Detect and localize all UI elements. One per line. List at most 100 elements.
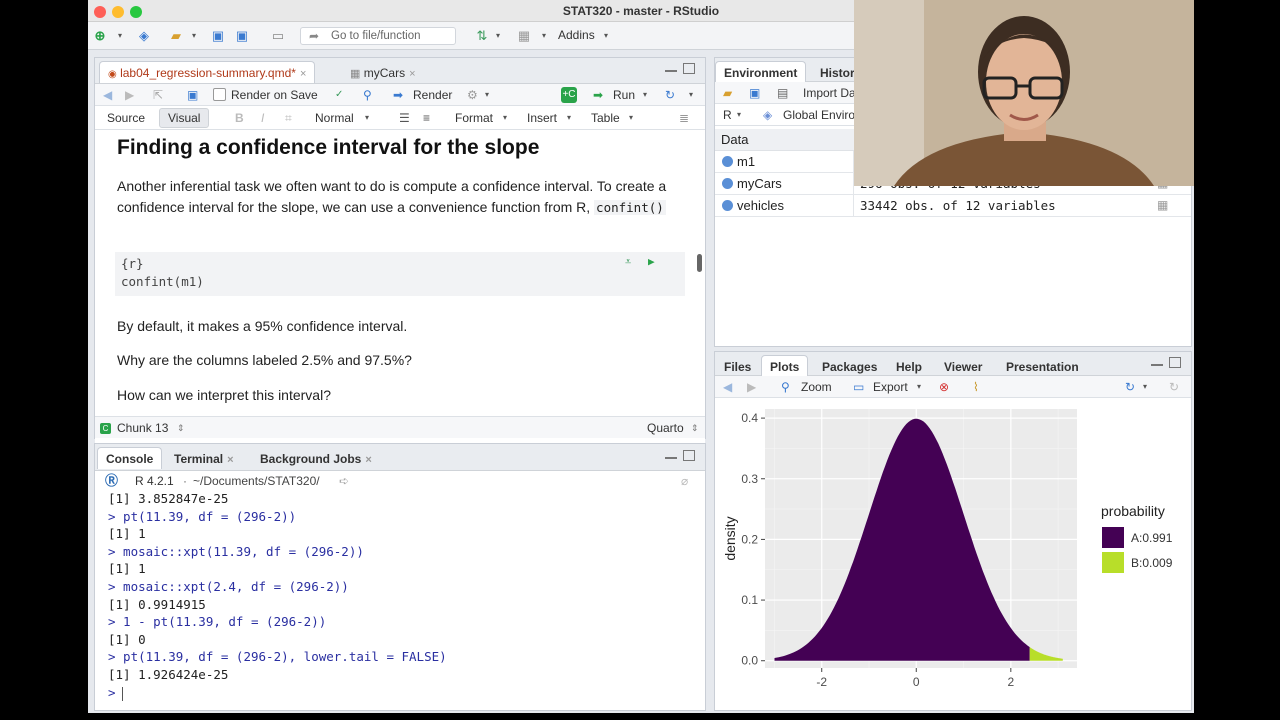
run-chunk-icon[interactable]: ▶ <box>648 255 655 268</box>
print-icon[interactable]: ▭ <box>270 28 286 44</box>
tab-background-jobs[interactable]: Background Jobs × <box>251 447 381 469</box>
save-icon[interactable]: ▣ <box>187 84 198 106</box>
chevron-down-icon[interactable]: ▾ <box>604 31 608 40</box>
file-type-select[interactable]: Quarto <box>647 417 684 439</box>
export-icon[interactable]: ▭ <box>853 376 864 398</box>
new-file-icon[interactable]: ⊕ <box>92 28 108 44</box>
back-arrow-icon[interactable]: ◀ <box>723 376 732 398</box>
import-dataset-button[interactable]: Import Da <box>803 82 856 104</box>
tab-terminal[interactable]: Terminal × <box>165 447 243 469</box>
tab-lab04[interactable]: ◉ lab04_regression-summary.qmd* × <box>99 61 316 83</box>
bold-button[interactable]: B <box>235 107 244 129</box>
chevron-down-icon[interactable]: ▾ <box>503 107 507 129</box>
chevron-down-icon[interactable]: ▾ <box>917 376 921 398</box>
table-menu[interactable]: Table <box>591 107 620 129</box>
block-format-select[interactable]: Normal <box>315 107 354 129</box>
zoom-button[interactable]: Zoom <box>801 376 832 398</box>
close-icon[interactable]: × <box>409 68 415 80</box>
git-icon[interactable]: ⇅ <box>474 28 490 44</box>
italic-button[interactable]: I <box>261 107 264 129</box>
view-table-icon[interactable]: ▦ <box>1157 198 1168 212</box>
outline-icon[interactable]: ≣ <box>679 107 689 129</box>
sync-icon[interactable]: ↻ <box>1125 376 1135 398</box>
remove-plot-icon[interactable]: ⊗ <box>939 376 949 398</box>
tab-environment[interactable]: Environment <box>715 61 807 83</box>
tab-help[interactable]: Help <box>887 355 931 377</box>
save-icon[interactable]: ▣ <box>210 28 226 44</box>
render-button[interactable]: Render <box>413 84 452 106</box>
maximize-pane-icon[interactable] <box>683 63 695 74</box>
close-icon[interactable]: × <box>227 454 233 466</box>
chevron-down-icon[interactable]: ▾ <box>567 107 571 129</box>
bullet-list-icon[interactable]: ☰ <box>399 107 410 129</box>
chevron-down-icon[interactable]: ▾ <box>629 107 633 129</box>
new-project-icon[interactable]: ◈ <box>136 28 152 44</box>
goto-file-input[interactable]: ➦ Go to file/function <box>300 27 456 45</box>
rerun-icon[interactable]: ↻ <box>665 84 675 106</box>
show-in-window-icon[interactable]: ⇱ <box>153 84 163 106</box>
format-menu[interactable]: Format <box>455 107 493 129</box>
export-button[interactable]: Export <box>873 376 908 398</box>
chevron-down-icon[interactable]: ▾ <box>186 28 202 44</box>
code-chunk[interactable]: {r} confint(m1) ⩡ ▶ <box>115 252 685 296</box>
updown-icon[interactable]: ⇕ <box>691 417 699 439</box>
clear-console-icon[interactable]: ⌀ <box>681 470 688 492</box>
chevron-down-icon[interactable]: ▾ <box>1143 376 1147 398</box>
chevron-down-icon[interactable]: ▾ <box>485 84 489 106</box>
tab-files[interactable]: Files <box>715 355 760 377</box>
chevron-down-icon[interactable]: ▾ <box>365 107 369 129</box>
tab-mycars[interactable]: ▦ myCars × <box>341 61 425 83</box>
maximize-pane-icon[interactable] <box>683 450 695 461</box>
chunk-navigator[interactable]: Chunk 13 <box>117 417 168 439</box>
save-icon[interactable]: ▣ <box>749 82 760 104</box>
insert-chunk-icon[interactable]: +C <box>561 87 577 103</box>
updown-icon[interactable]: ⇕ <box>177 417 185 439</box>
chevron-down-icon[interactable]: ▾ <box>737 104 741 126</box>
run-arrow-icon[interactable]: ➡ <box>593 84 603 106</box>
chevron-down-icon[interactable]: ▾ <box>536 28 552 44</box>
refresh-icon[interactable]: ↻ <box>1169 376 1179 398</box>
scope-select[interactable]: Global Enviro <box>783 104 855 126</box>
minimize-pane-icon[interactable] <box>665 66 677 72</box>
import-dataset-icon[interactable]: ▤ <box>777 82 788 104</box>
run-button[interactable]: Run <box>613 84 635 106</box>
expand-icon[interactable] <box>722 156 733 167</box>
addins-menu[interactable]: Addins <box>558 28 595 42</box>
open-folder-icon[interactable]: ▰ <box>723 82 732 104</box>
back-arrow-icon[interactable]: ◀ <box>103 84 112 106</box>
minimize-pane-icon[interactable] <box>1151 360 1163 366</box>
render-on-save-checkbox[interactable] <box>213 88 226 101</box>
spellcheck-icon[interactable]: ✓ <box>335 84 343 106</box>
zoom-window-button[interactable] <box>130 6 142 18</box>
minimize-window-button[interactable] <box>112 6 124 18</box>
gear-icon[interactable]: ⚙ <box>467 84 478 106</box>
tab-console[interactable]: Console <box>97 447 163 469</box>
forward-arrow-icon[interactable]: ▶ <box>125 84 134 106</box>
tab-plots[interactable]: Plots <box>761 355 809 377</box>
go-to-directory-icon[interactable]: ➪ <box>339 470 349 492</box>
close-icon[interactable]: × <box>300 68 306 80</box>
close-window-button[interactable] <box>94 6 106 18</box>
insert-menu[interactable]: Insert <box>527 107 557 129</box>
broom-icon[interactable]: ⌇ <box>973 376 979 398</box>
tab-viewer[interactable]: Viewer <box>935 355 991 377</box>
maximize-pane-icon[interactable] <box>1169 357 1181 368</box>
chevron-down-icon[interactable]: ▾ <box>689 84 693 106</box>
render-arrow-icon[interactable]: ➡ <box>393 84 403 106</box>
chevron-down-icon[interactable]: ▾ <box>112 28 128 44</box>
minimize-pane-icon[interactable] <box>665 453 677 459</box>
chevron-down-icon[interactable]: ▾ <box>490 28 506 44</box>
language-select[interactable]: R <box>723 104 732 126</box>
tab-presentation[interactable]: Presentation <box>997 355 1088 377</box>
close-icon[interactable]: × <box>365 454 371 466</box>
editor-scrollbar[interactable] <box>697 254 702 272</box>
run-above-icon[interactable]: ⩡ <box>625 255 631 269</box>
tab-packages[interactable]: Packages <box>813 355 886 377</box>
save-all-icon[interactable]: ▣ <box>234 28 250 44</box>
source-mode-button[interactable]: Source <box>107 107 145 129</box>
expand-icon[interactable] <box>722 178 733 189</box>
numbered-list-icon[interactable]: ≡ <box>423 107 430 129</box>
chevron-down-icon[interactable]: ▾ <box>643 84 647 106</box>
grid-layout-icon[interactable]: ▦ <box>516 28 532 44</box>
expand-icon[interactable] <box>722 200 733 211</box>
